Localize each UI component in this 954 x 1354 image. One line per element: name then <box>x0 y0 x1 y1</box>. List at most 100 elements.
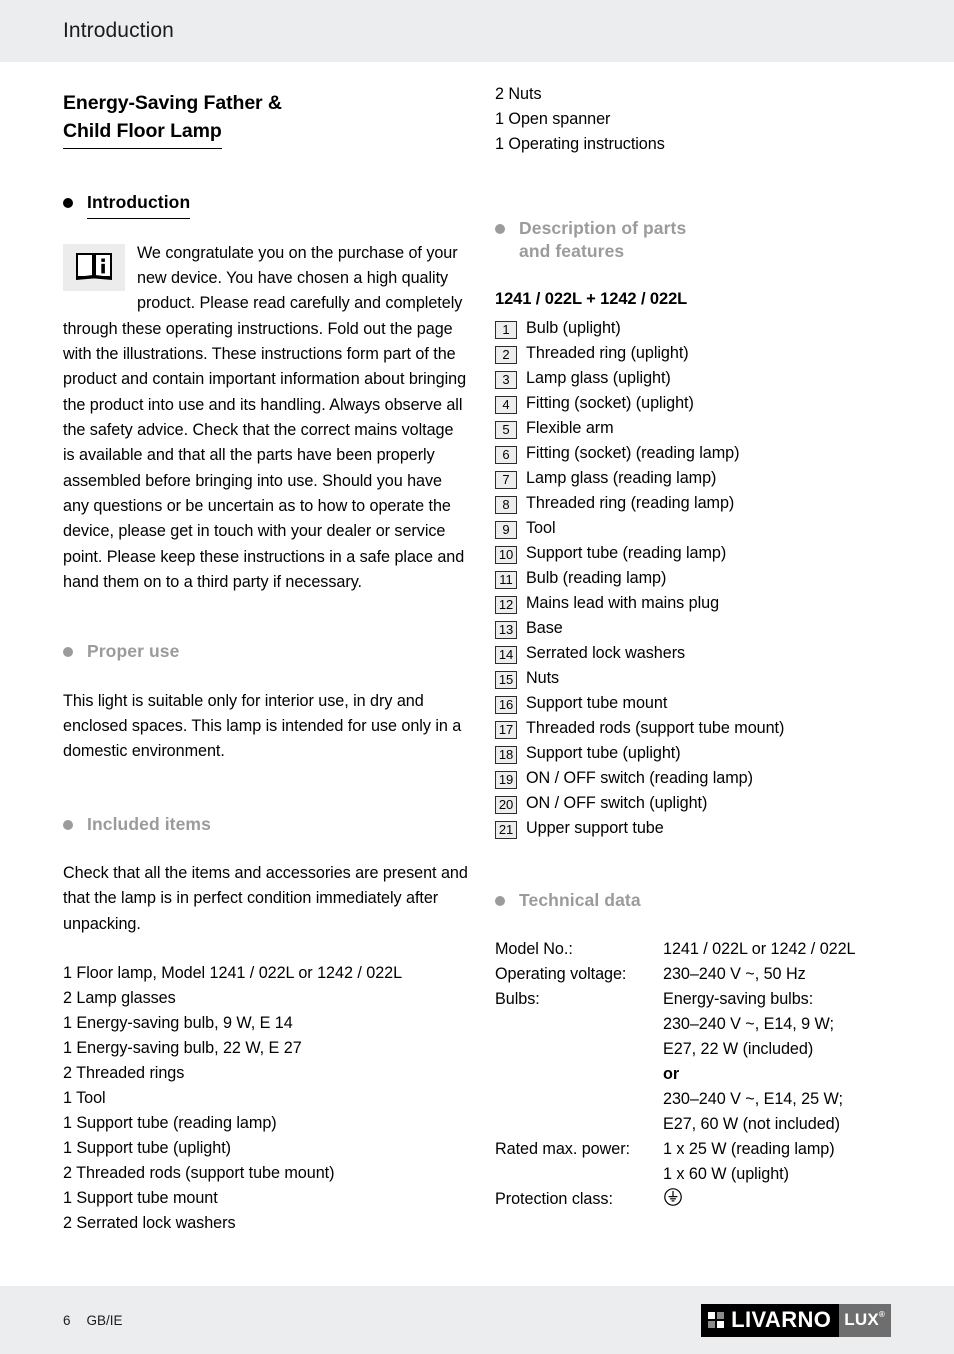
product-title-line-2: Child Floor Lamp <box>63 118 222 150</box>
logo-registered-icon: ® <box>878 1309 885 1319</box>
section-heading-technical-data: Technical data <box>495 889 900 912</box>
parts-list-item: 20 ON / OFF switch (uplight) <box>495 791 900 816</box>
technical-data-value: Energy-saving bulbs: <box>663 989 814 1008</box>
technical-data-row: 230–240 V ~, E14, 25 W; <box>495 1087 856 1112</box>
list-item: 2 Lamp glasses <box>63 989 176 1008</box>
introduction-block: We congratulate you on the purchase of y… <box>63 241 468 596</box>
included-items-list-right: 2 Nuts 1 Open spanner 1 Operating instruct… <box>495 82 900 157</box>
list-item: 1 Support tube (reading lamp) <box>63 1114 277 1133</box>
bullet-dot-icon <box>63 198 73 209</box>
part-label: Support tube mount <box>526 694 668 713</box>
section-heading-included-items-label: Included items <box>87 813 211 834</box>
part-number-box: 4 <box>495 395 517 414</box>
part-label: Bulb (reading lamp) <box>526 568 667 587</box>
part-number-box: 18 <box>495 746 517 765</box>
part-number-box: 15 <box>495 671 517 690</box>
technical-data-row: 1 x 60 W (uplight) <box>495 1162 856 1187</box>
info-book-icon <box>63 243 125 291</box>
parts-list-item: 21 Upper support tube <box>495 816 900 841</box>
right-column: 2 Nuts 1 Open spanner 1 Operating instruct… <box>495 82 900 1236</box>
section-heading-introduction-label: Introduction <box>87 191 191 219</box>
list-item: 1 Energy-saving bulb, 22 W, E 27 <box>63 1039 302 1058</box>
part-label: Fitting (socket) (reading lamp) <box>526 443 740 462</box>
running-header-title: Introduction <box>63 19 174 42</box>
parts-list-item: 3 Lamp glass (uplight) <box>495 366 900 391</box>
technical-data-label: Bulbs: <box>495 989 540 1008</box>
section-heading-description-of-parts: Description of parts and features <box>495 217 900 264</box>
part-number-box: 2 <box>495 345 517 364</box>
technical-data-value: E27, 22 W (included) <box>663 1039 814 1058</box>
technical-data-label <box>495 1062 663 1087</box>
list-item: 1 Support tube mount <box>63 1189 218 1208</box>
page-running-header: Introduction <box>0 0 954 62</box>
parts-list-item: 11 Bulb (reading lamp) <box>495 566 900 591</box>
parts-list-item: 12 Mains lead with mains plug <box>495 591 900 616</box>
list-item: 1 Operating instructions <box>495 135 665 154</box>
parts-list-item: 5 Flexible arm <box>495 416 900 441</box>
part-number-box: 9 <box>495 520 517 539</box>
logo-square-3 <box>707 1321 715 1329</box>
parts-list-item: 1 Bulb (uplight) <box>495 316 900 341</box>
parts-list-item: 13 Base <box>495 616 900 641</box>
logo-main-block: LIVARNO <box>700 1303 840 1337</box>
list-item: 1 Energy-saving bulb, 9 W, E 14 <box>63 1014 293 1033</box>
part-number-box: 19 <box>495 771 517 790</box>
section-heading-included-items: Included items <box>63 813 468 836</box>
logo-squares-icon <box>707 1311 725 1329</box>
technical-data-row: 230–240 V ~, E14, 9 W; <box>495 1012 856 1037</box>
parts-list-item: 4 Fitting (socket) (uplight) <box>495 391 900 416</box>
technical-data-value: 1 x 25 W (reading lamp) <box>663 1139 835 1158</box>
livarno-lux-logo: LIVARNO LUX ® <box>700 1303 891 1337</box>
list-item: 1 Support tube (uplight) <box>63 1139 231 1158</box>
parts-list-item: 16 Support tube mount <box>495 691 900 716</box>
part-number-box: 5 <box>495 420 517 439</box>
technical-data-label <box>495 1012 663 1037</box>
part-label: Support tube (uplight) <box>526 744 681 763</box>
part-number-box: 8 <box>495 495 517 514</box>
proper-use-body-text: This light is suitable only for interior… <box>63 691 462 761</box>
parts-list-item: 10 Support tube (reading lamp) <box>495 541 900 566</box>
logo-lux-text: LUX <box>844 1310 879 1329</box>
part-label: Fitting (socket) (uplight) <box>526 393 694 412</box>
included-items-body-text: Check that all the items and accessories… <box>63 864 468 933</box>
part-label: Threaded ring (uplight) <box>526 343 689 362</box>
part-label: ON / OFF switch (uplight) <box>526 794 708 813</box>
parts-list-item: 15 Nuts <box>495 666 900 691</box>
technical-data-value: 230–240 V ~, E14, 25 W; <box>663 1089 843 1108</box>
bullet-dot-icon <box>63 647 73 658</box>
footer-page-number: 6 <box>63 1312 71 1328</box>
list-item: 2 Threaded rods (support tube mount) <box>63 1164 335 1183</box>
part-label: Upper support tube <box>526 819 664 838</box>
part-number-box: 3 <box>495 370 517 389</box>
part-number-box: 1 <box>495 320 517 339</box>
parts-list-item: 19 ON / OFF switch (reading lamp) <box>495 766 900 791</box>
technical-data-row: Rated max. power: 1 x 25 W (reading lamp) <box>495 1137 856 1162</box>
footer-page-info: 6 GB/IE <box>63 1313 123 1328</box>
part-number-box: 6 <box>495 445 517 464</box>
introduction-body-text: We congratulate you on the purchase of y… <box>63 243 467 592</box>
bullet-dot-icon <box>63 819 73 830</box>
logo-wordmark: LIVARNO <box>731 1307 832 1332</box>
list-item: 1 Floor lamp, Model 1241 / 022L or 1242 … <box>63 964 403 983</box>
technical-data-row: Operating voltage: 230–240 V ~, 50 Hz <box>495 962 856 987</box>
section-heading-proper-use-label: Proper use <box>87 641 180 662</box>
technical-data-row: E27, 60 W (not included) <box>495 1112 856 1137</box>
part-label: Tool <box>526 518 556 537</box>
technical-data-value: E27, 60 W (not included) <box>663 1114 840 1133</box>
part-label: Threaded rods (support tube mount) <box>526 719 785 738</box>
parts-list: 1 Bulb (uplight) 2 Threaded ring (uplight) 3… <box>495 316 900 842</box>
technical-data-label: Rated max. power: <box>495 1139 631 1158</box>
part-label: ON / OFF switch (reading lamp) <box>526 769 753 788</box>
left-column: Energy-Saving Father & Child Floor Lamp … <box>63 82 468 1236</box>
parts-list-item: 18 Support tube (uplight) <box>495 741 900 766</box>
part-number-box: 17 <box>495 721 517 740</box>
technical-data-label <box>495 1087 663 1112</box>
technical-data-value: 230–240 V ~, 50 Hz <box>663 964 806 983</box>
footer-locale: GB/IE <box>86 1312 123 1328</box>
product-title: Energy-Saving Father & Child Floor Lamp <box>63 90 468 150</box>
section-heading-introduction: Introduction <box>63 191 468 219</box>
technical-data-value: 230–240 V ~, E14, 9 W; <box>663 1014 834 1033</box>
part-label: Lamp glass (uplight) <box>526 368 671 387</box>
part-label: Serrated lock washers <box>526 644 686 663</box>
list-item: 2 Nuts <box>495 85 542 103</box>
